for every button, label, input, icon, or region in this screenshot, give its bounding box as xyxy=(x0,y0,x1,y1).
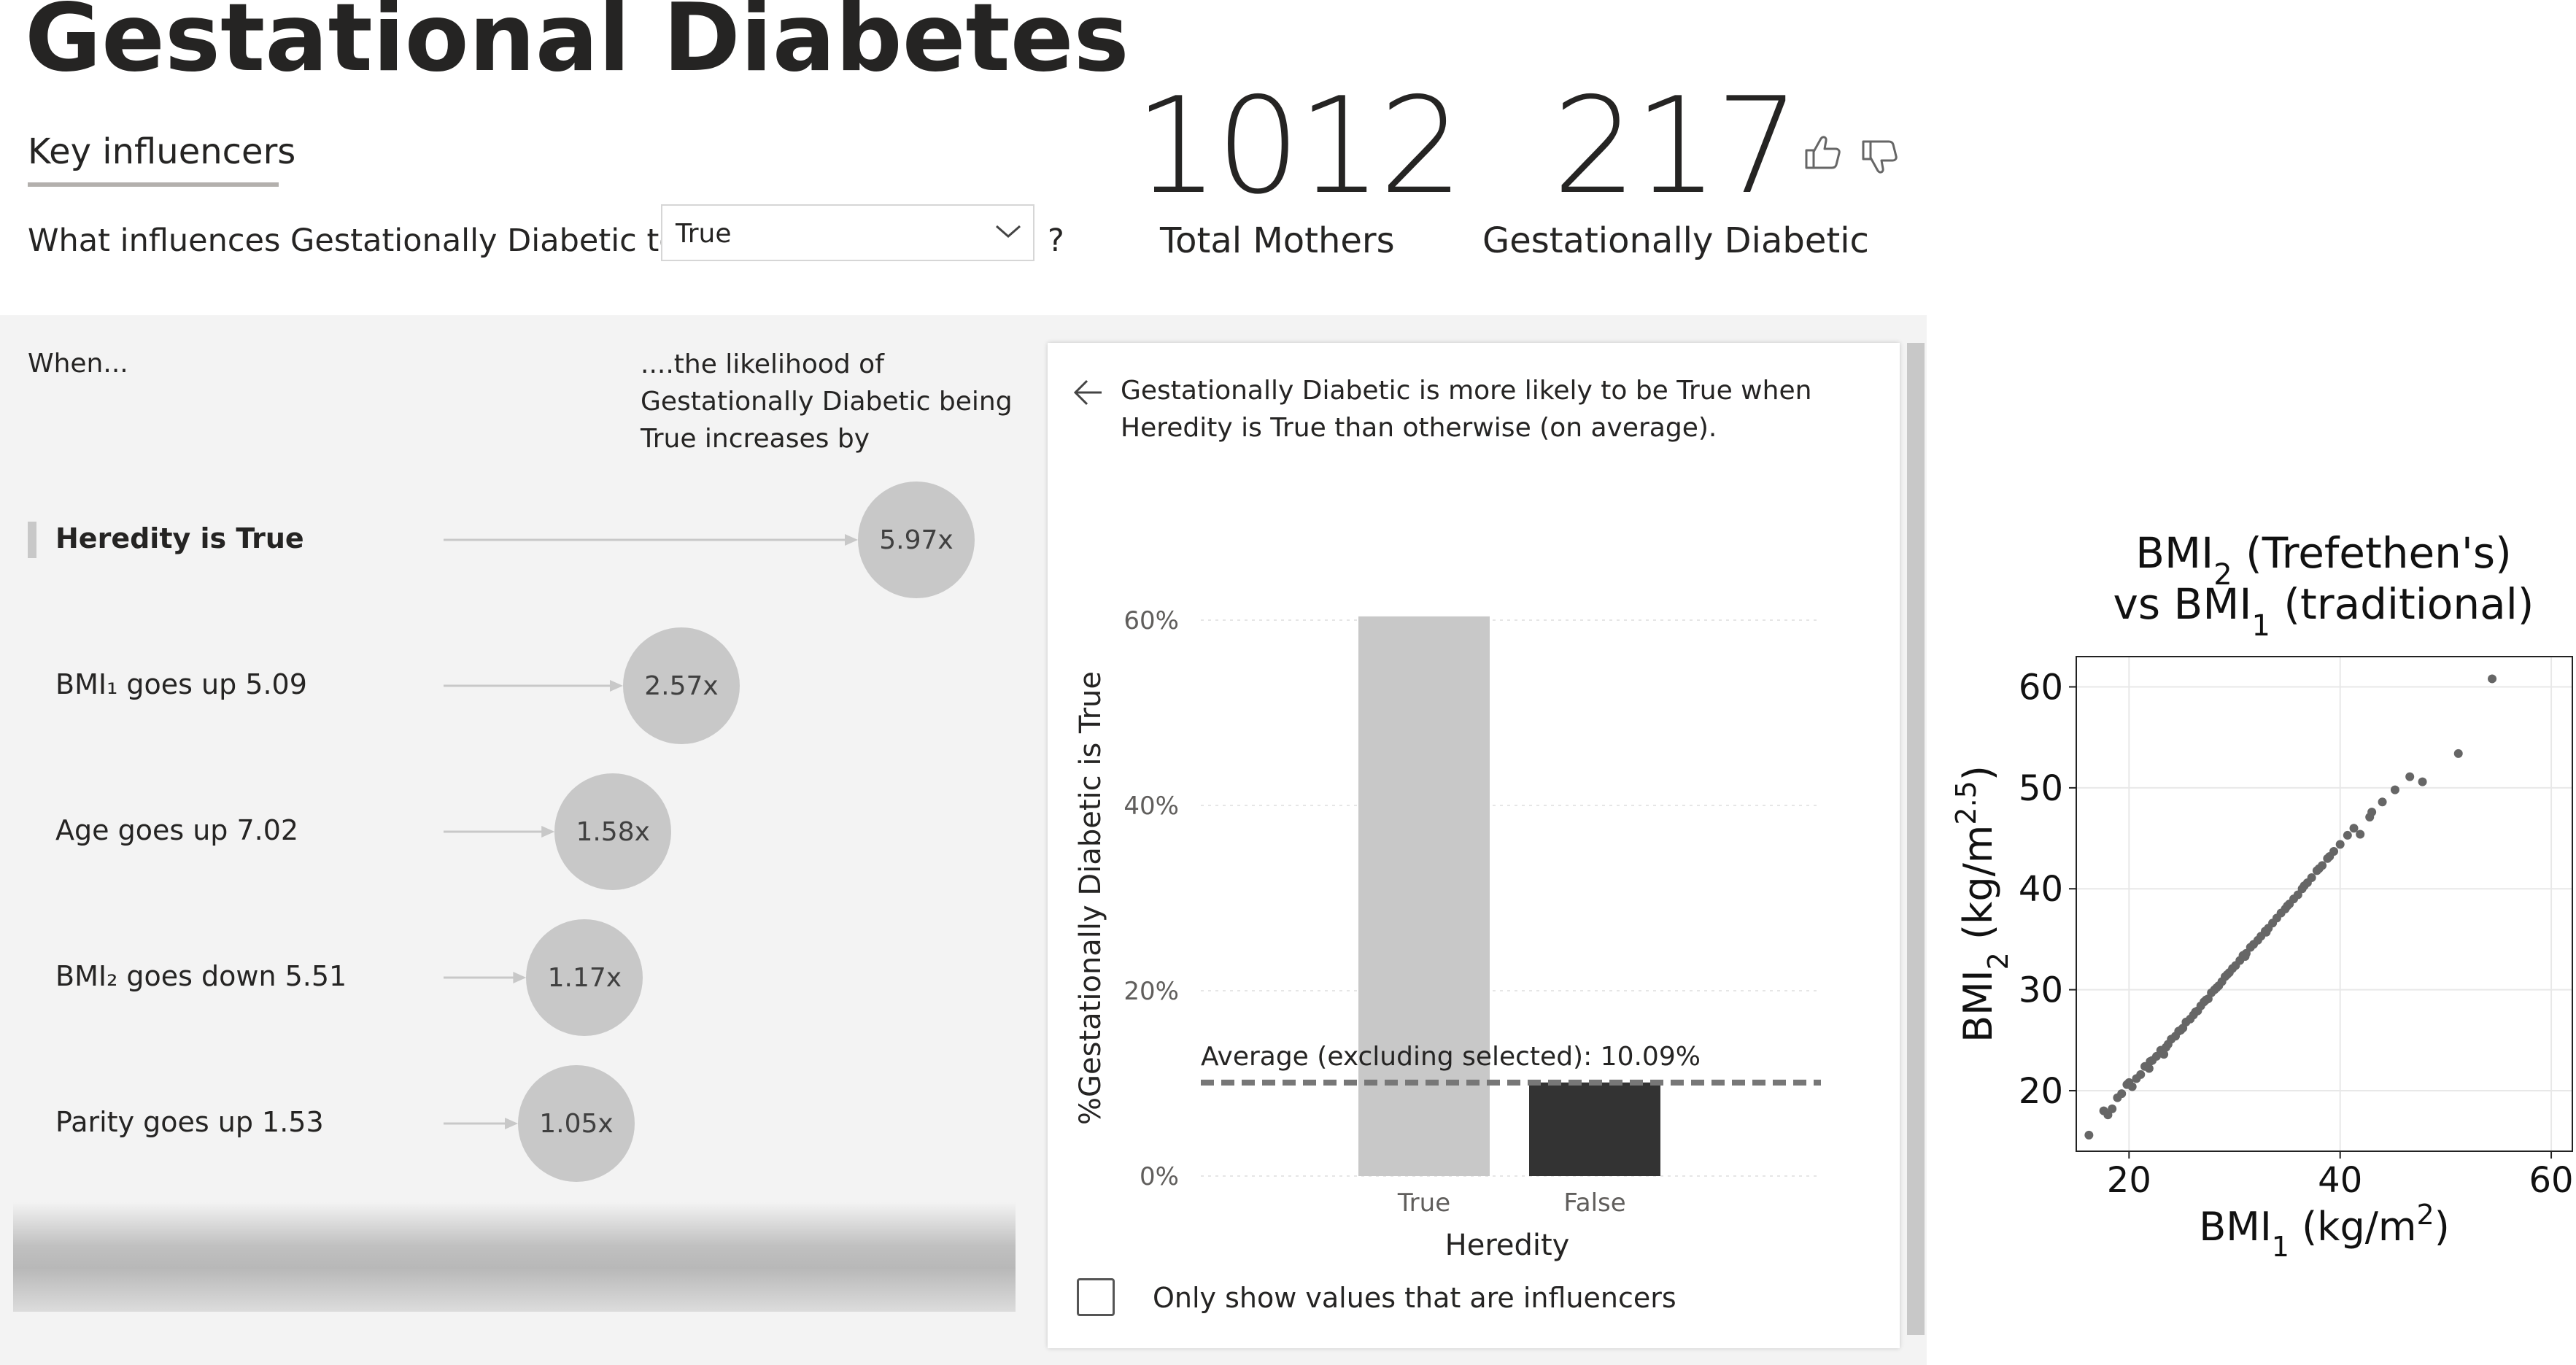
dropdown-selected-value: True xyxy=(676,219,732,249)
influencer-arrow xyxy=(444,826,555,838)
bar-x-tick: True xyxy=(1397,1188,1450,1218)
value-dropdown[interactable]: True xyxy=(661,204,1034,261)
scatter-x-label: BMI1 (kg/m2) xyxy=(2199,1199,2450,1263)
bmi-scatter-chart: BMI2 (Trefethen's)vs BMI1 (traditional)2… xyxy=(1950,528,2574,1263)
scatter-plot-area xyxy=(2076,656,2573,1152)
chevron-down-icon xyxy=(996,225,1021,238)
kpi-gestationally-diabetic-value: 217 xyxy=(1552,69,1800,223)
scatter-x-tick: 40 xyxy=(2318,1160,2362,1201)
scatter-y-tick: 40 xyxy=(2019,869,2063,910)
scatter-y-tick: 60 xyxy=(2019,668,2063,708)
scatter-point xyxy=(2212,983,2221,992)
influencer-bubble[interactable]: 5.97x xyxy=(858,482,975,598)
scatter-point xyxy=(2367,808,2377,817)
thumbs-down-icon[interactable] xyxy=(1859,137,1901,177)
scatter-point xyxy=(2343,830,2352,840)
scatter-point xyxy=(2262,927,2271,937)
influencer-label[interactable]: BMI₂ goes down 5.51 xyxy=(55,960,347,992)
scatter-point xyxy=(2300,881,2309,891)
scatter-point xyxy=(2307,873,2316,883)
influencer-arrow xyxy=(444,1118,518,1129)
scatter-point xyxy=(2222,970,2232,979)
scatter-point xyxy=(2124,1078,2134,1087)
page-title: Gestational Diabetes xyxy=(25,0,1129,93)
panel-scrollbar[interactable] xyxy=(1907,343,1925,1335)
influencers-only-label: Only show values that are influencers xyxy=(1153,1282,1676,1314)
question-prefix: What influences Gestationally Diabetic t… xyxy=(28,223,728,259)
influencer-bubble[interactable]: 1.58x xyxy=(554,773,672,890)
scatter-point xyxy=(2108,1104,2117,1113)
influencer-arrow xyxy=(444,680,623,692)
kpi-total-mothers-label: Total Mothers xyxy=(1160,220,1395,261)
scatter-point xyxy=(2283,901,2292,910)
scatter-y-label: BMI2 (kg/m2.5) xyxy=(1950,765,2014,1043)
kpi-total-mothers-value: 1012 xyxy=(1134,69,1463,223)
question-suffix: ? xyxy=(1048,223,1064,259)
scatter-point xyxy=(2176,1025,2186,1035)
scatter-point xyxy=(2084,1130,2094,1140)
kpi-gestationally-diabetic-label: Gestationally Diabetic xyxy=(1482,220,1869,261)
influencer-bubble[interactable]: 2.57x xyxy=(622,627,740,744)
scatter-point xyxy=(2161,1043,2170,1052)
scatter-title-line2: vs BMI1 (traditional) xyxy=(2113,579,2534,643)
influencer-label[interactable]: Age goes up 7.02 xyxy=(55,814,298,846)
tab-underline xyxy=(28,182,279,187)
influencers-only-checkbox[interactable] xyxy=(1077,1278,1115,1316)
scatter-x-tick: 60 xyxy=(2529,1160,2574,1201)
scatter-x-tick: 20 xyxy=(2107,1160,2151,1201)
bar-y-label: %Gestationally Diabetic is True xyxy=(1074,671,1107,1125)
scatter-point xyxy=(2405,772,2415,781)
bar-y-tick: 20% xyxy=(1123,977,1179,1006)
scatter-point xyxy=(2314,864,2324,873)
bar-x-label: Heredity xyxy=(1445,1229,1570,1262)
scatter-point xyxy=(2335,840,2345,849)
scatter-point xyxy=(2488,674,2497,684)
influencer-arrow xyxy=(444,972,527,983)
bar-y-tick: 60% xyxy=(1123,606,1179,635)
scatter-point xyxy=(2201,995,2211,1005)
average-label: Average (excluding selected): 10.09% xyxy=(1201,1042,1701,1072)
bar-y-tick: 0% xyxy=(1140,1162,1179,1191)
bar[interactable] xyxy=(1358,616,1490,1176)
influencer-label[interactable]: Parity goes up 1.53 xyxy=(55,1106,324,1138)
scatter-y-tick: 20 xyxy=(2019,1071,2063,1112)
bar[interactable] xyxy=(1529,1082,1660,1176)
scatter-point xyxy=(2453,749,2463,758)
scatter-point xyxy=(2191,1008,2200,1017)
selected-row-indicator xyxy=(28,522,36,558)
scatter-point xyxy=(2117,1089,2127,1099)
bar-x-tick: False xyxy=(1563,1188,1625,1218)
likelihood-header: ....the likelihood of Gestationally Diab… xyxy=(641,349,1013,454)
thumbs-up-icon[interactable] xyxy=(1802,133,1844,172)
scatter-point xyxy=(2240,951,2250,961)
scatter-point xyxy=(2356,830,2365,839)
bar-y-tick: 40% xyxy=(1123,792,1179,821)
influencer-label[interactable]: BMI₁ goes up 5.09 xyxy=(55,668,307,700)
influencer-bubble[interactable]: 1.17x xyxy=(526,919,643,1036)
scatter-point xyxy=(2418,777,2427,786)
back-arrow-icon[interactable] xyxy=(1072,378,1105,407)
scatter-point xyxy=(2349,824,2359,833)
when-header: When... xyxy=(28,349,128,379)
scatter-point xyxy=(2146,1056,2155,1066)
scatter-y-tick: 50 xyxy=(2019,768,2063,809)
influencer-label[interactable]: Heredity is True xyxy=(55,522,304,554)
tab-key-influencers[interactable]: Key influencers xyxy=(28,131,295,172)
panel-shadow-strip xyxy=(13,1202,1016,1312)
scatter-point xyxy=(2390,785,2399,794)
scatter-point xyxy=(2136,1070,2146,1079)
influencer-arrow xyxy=(444,534,858,546)
heredity-bar-chart: 0% 20% 40% 60% True False Average (excluding s… xyxy=(1074,606,1821,1262)
scatter-point xyxy=(2378,797,2387,807)
scatter-y-tick: 30 xyxy=(2019,970,2063,1011)
detail-description: Gestationally Diabetic is more likely to… xyxy=(1121,376,1812,443)
influencer-bubble[interactable]: 1.05x xyxy=(518,1065,635,1182)
scatter-point xyxy=(2325,851,2335,861)
